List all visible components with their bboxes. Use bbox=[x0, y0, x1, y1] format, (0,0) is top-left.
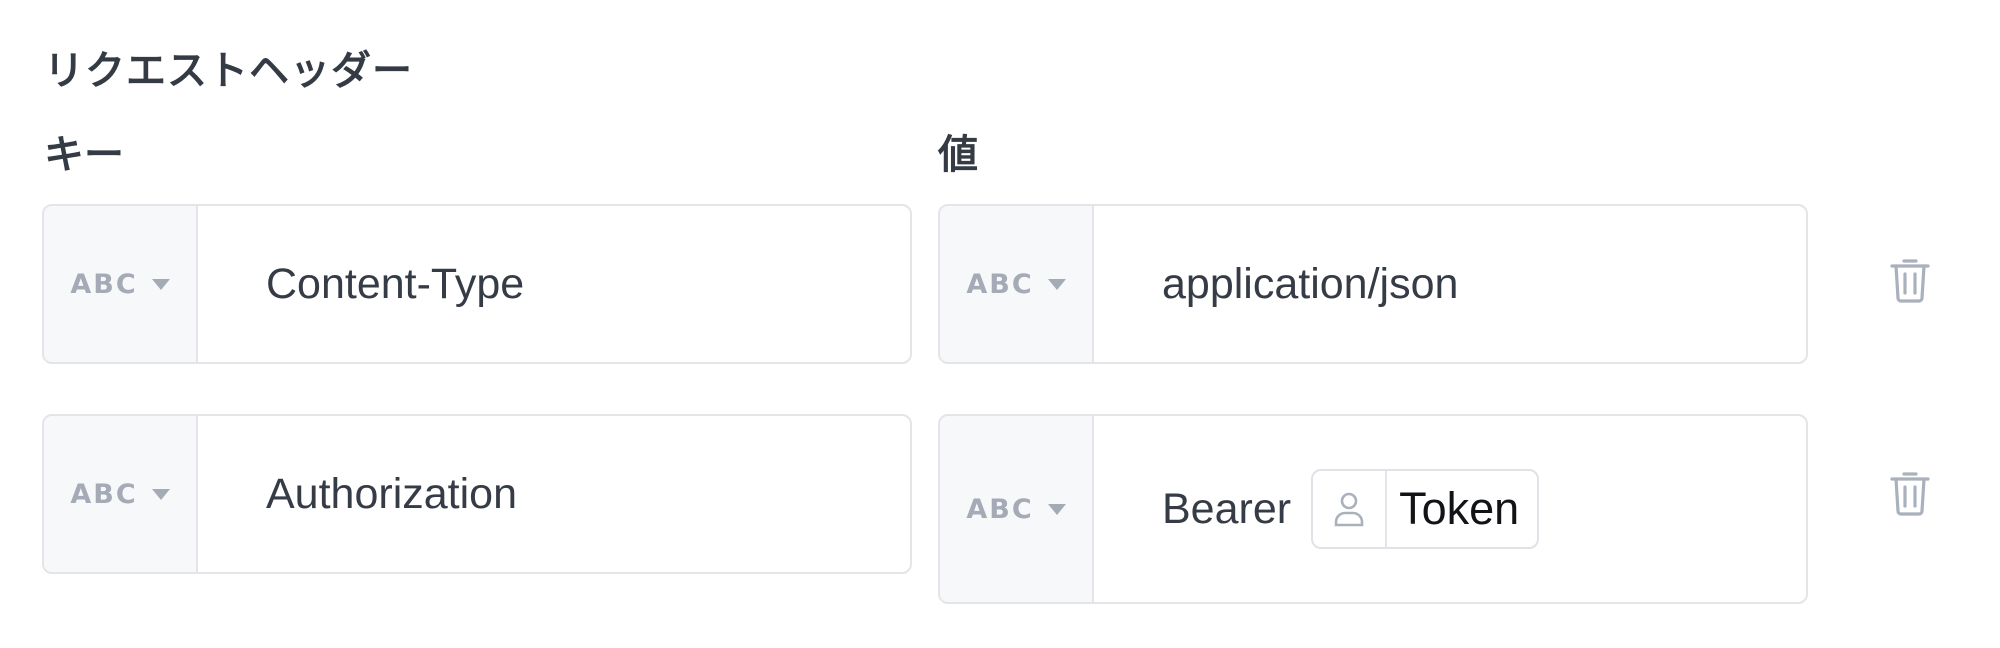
key-column-label: キー bbox=[44, 132, 124, 178]
header-key-field-2[interactable]: ABC Authorization bbox=[42, 414, 912, 574]
caret-down-icon bbox=[151, 488, 170, 500]
token-label: Token bbox=[1399, 483, 1520, 534]
header-value-input-1[interactable]: application/json bbox=[1162, 206, 1458, 362]
header-value-input-2[interactable]: Bearer Token bbox=[1162, 416, 1540, 602]
type-select-value-2[interactable]: ABC bbox=[940, 416, 1094, 602]
type-select-key-2[interactable]: ABC bbox=[44, 416, 198, 572]
type-badge: ABC bbox=[70, 478, 138, 510]
bearer-prefix: Bearer bbox=[1162, 484, 1292, 533]
trash-icon[interactable] bbox=[1886, 464, 1934, 520]
caret-down-icon bbox=[1047, 503, 1066, 515]
section-title: リクエストヘッダー bbox=[44, 48, 413, 94]
type-badge: ABC bbox=[966, 493, 1034, 525]
request-headers-panel: リクエストヘッダー キー 値 ABC Content-Type ABC appl… bbox=[0, 0, 2000, 648]
type-badge: ABC bbox=[966, 268, 1034, 300]
header-value-field-2[interactable]: ABC Bearer Token bbox=[938, 414, 1808, 604]
trash-icon[interactable] bbox=[1886, 251, 1934, 307]
type-badge: ABC bbox=[70, 268, 138, 300]
caret-down-icon bbox=[151, 278, 170, 290]
header-value-field-1[interactable]: ABC application/json bbox=[938, 204, 1808, 364]
caret-down-icon bbox=[1047, 278, 1066, 290]
header-key-input-1[interactable]: Content-Type bbox=[266, 206, 524, 362]
header-key-field-1[interactable]: ABC Content-Type bbox=[42, 204, 912, 364]
type-select-value-1[interactable]: ABC bbox=[940, 206, 1094, 362]
value-column-label: 値 bbox=[938, 132, 978, 178]
user-icon bbox=[1313, 471, 1388, 547]
type-select-key-1[interactable]: ABC bbox=[44, 206, 198, 362]
header-key-input-2[interactable]: Authorization bbox=[266, 416, 517, 572]
token-variable-chip[interactable]: Token bbox=[1311, 469, 1540, 549]
